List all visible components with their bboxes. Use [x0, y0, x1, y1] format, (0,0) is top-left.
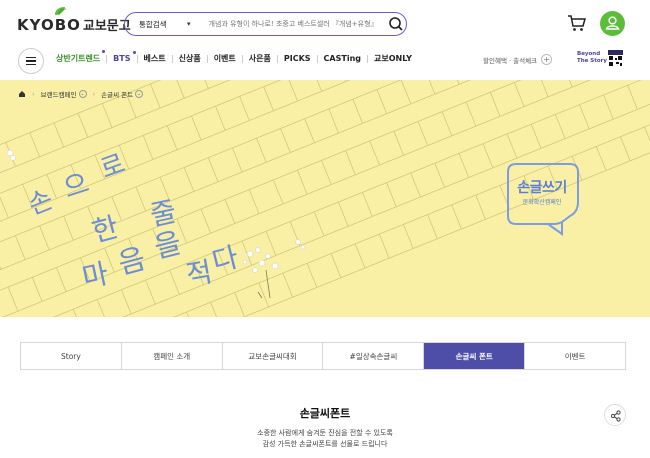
- nav-item[interactable]: 사은품: [249, 53, 271, 64]
- header: KYOBO 교보문고 통합검색 ▾: [0, 0, 650, 46]
- nav-item[interactable]: CASTing: [324, 54, 361, 63]
- menu-button[interactable]: [18, 48, 44, 74]
- nav-item[interactable]: 이벤트: [214, 53, 236, 64]
- menu-icon: [26, 56, 36, 59]
- breadcrumb: › 브랜드캠페인 ⌄ › 손글씨 폰트 ⌄: [18, 89, 144, 99]
- main-nav: 상반기트렌드 BTS 베스트 신상품 이벤트 사은품 PICKS CASTing 교보ONLY …: [0, 46, 650, 80]
- nav-separator: [106, 54, 108, 63]
- nav-item[interactable]: 상반기트렌드: [56, 50, 106, 64]
- new-dot-icon: [132, 51, 136, 54]
- section-title: 손글씨폰트: [299, 407, 351, 420]
- nav-separator: [276, 54, 278, 63]
- breadcrumb-item[interactable]: 브랜드캠페인: [41, 89, 77, 99]
- nav-items: 상반기트렌드 BTS 베스트 신상품 이벤트 사은품 PICKS CASTing 교보ONLY: [56, 50, 412, 64]
- handwriting-campaign-badge: 손글쓰기 문화확산캠페인: [504, 160, 582, 238]
- nav-utility: 할인혜택 · 출석체크 +: [483, 54, 553, 65]
- nav-item[interactable]: BTS: [113, 51, 136, 63]
- share-button[interactable]: [604, 404, 626, 426]
- tab-item[interactable]: 교보손글씨대회: [223, 343, 324, 369]
- user-icon: [605, 16, 620, 30]
- nav-separator: [206, 54, 208, 63]
- benefit-link[interactable]: 할인혜택 · 출석체크: [483, 55, 537, 65]
- home-icon[interactable]: [18, 90, 26, 98]
- user-button[interactable]: [600, 11, 625, 36]
- search-icon: [388, 17, 403, 31]
- nav-separator: [171, 54, 173, 63]
- tab-item[interactable]: 캠페인 소개: [122, 343, 223, 369]
- cart-icon[interactable]: [567, 14, 587, 32]
- chevron-down-icon[interactable]: ▾: [187, 20, 191, 28]
- nav-item[interactable]: 교보ONLY: [374, 53, 412, 64]
- kyobo-logo[interactable]: KYOBO 교보문고: [17, 7, 131, 34]
- logo-text-en: KYOBO: [17, 16, 81, 34]
- nav-separator: [136, 54, 138, 63]
- beyond-the-story-link[interactable]: Beyond The Story: [577, 51, 607, 65]
- tab-item[interactable]: 손글씨 폰트: [424, 343, 526, 369]
- nav-item[interactable]: PICKS: [284, 54, 311, 63]
- nav-separator: [241, 54, 243, 63]
- search-category-select[interactable]: 통합검색: [139, 19, 187, 30]
- new-dot-icon: [102, 50, 106, 53]
- nav-item[interactable]: 신상품: [179, 53, 201, 64]
- campaign-banner: › 브랜드캠페인 ⌄ › 손글씨 폰트 ⌄ 손으로한줄마음을적다 손글쓰기 문화…: [0, 80, 650, 317]
- campaign-tabs: Story 캠페인 소개 교보손글씨대회 #일상속손글씨 손글씨 폰트 이벤트: [20, 342, 626, 370]
- chevron-down-icon[interactable]: ⌄: [78, 90, 87, 98]
- leaf-icon: [55, 7, 67, 16]
- badge-title: 손글쓰기: [517, 180, 567, 196]
- qr-code-icon[interactable]: [608, 50, 623, 67]
- breadcrumb-item[interactable]: 손글씨 폰트: [101, 89, 133, 99]
- tab-item[interactable]: 이벤트: [525, 343, 625, 369]
- nav-item[interactable]: 베스트: [144, 53, 166, 64]
- search-bar: 통합검색 ▾: [124, 12, 407, 36]
- search-input[interactable]: [208, 20, 384, 28]
- tab-item[interactable]: #일상속손글씨: [323, 343, 425, 369]
- tab-item[interactable]: Story: [21, 343, 122, 369]
- search-button[interactable]: [386, 14, 406, 34]
- chevron-down-icon[interactable]: ⌄: [135, 90, 144, 98]
- share-icon: [610, 410, 621, 422]
- nav-separator: [367, 54, 368, 63]
- badge-subtitle: 문화확산캠페인: [522, 199, 562, 206]
- plus-icon[interactable]: +: [541, 54, 553, 65]
- nav-separator: [316, 54, 318, 63]
- section-description: 소중한 사람에게 숨겨둔 진심을 전할 수 있도록 감성 가득한 손글씨폰트를 …: [257, 429, 393, 448]
- page: KYOBO 교보문고 통합검색 ▾ 개념과 유형이 하나로! 초중고 베스트셀러…: [0, 0, 650, 458]
